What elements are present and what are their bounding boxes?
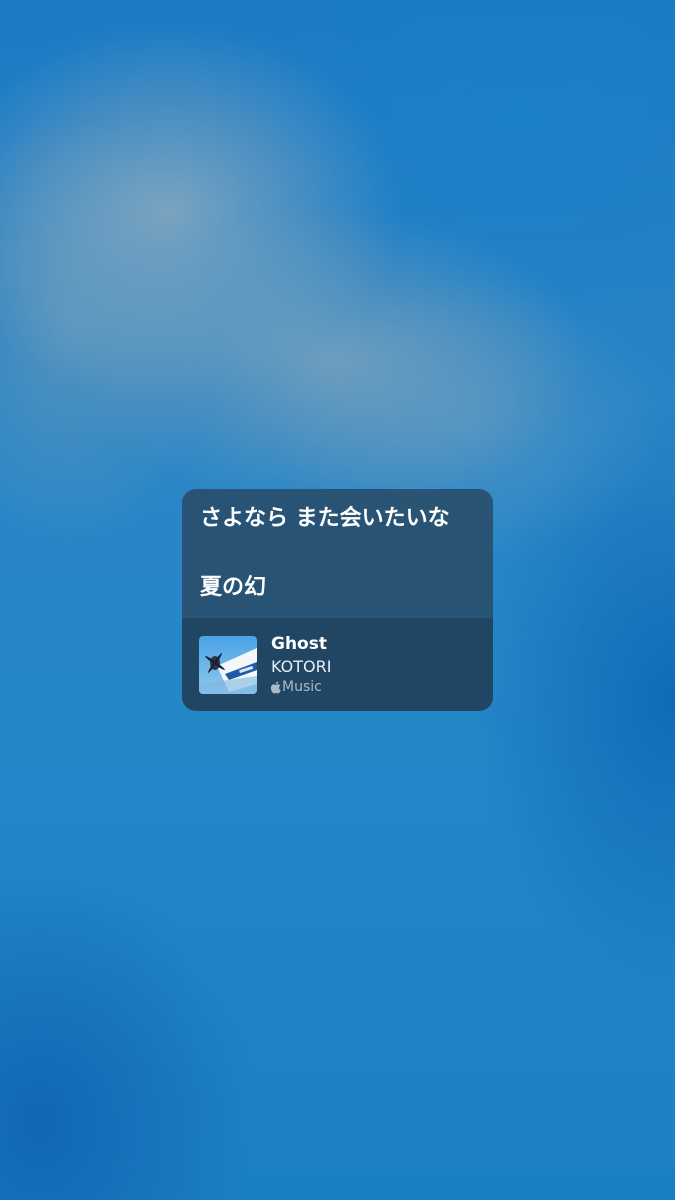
lyrics-section: さよなら また会いたいな 夏の幻 <box>182 489 493 618</box>
apple-logo-icon <box>270 681 281 694</box>
track-info-bar[interactable]: Ghost KOTORI Music <box>182 618 493 711</box>
lyric-line: さよなら また会いたいな <box>200 506 450 531</box>
album-artwork[interactable] <box>199 636 257 694</box>
track-title: Ghost <box>271 634 327 654</box>
track-artist: KOTORI <box>271 657 332 676</box>
lyric-line: 夏の幻 <box>200 575 267 600</box>
streaming-service-label: Music <box>270 679 322 695</box>
lyrics-share-card[interactable]: さよなら また会いたいな 夏の幻 Ghost KOTORI Music <box>182 489 493 711</box>
service-name: Music <box>282 679 322 695</box>
